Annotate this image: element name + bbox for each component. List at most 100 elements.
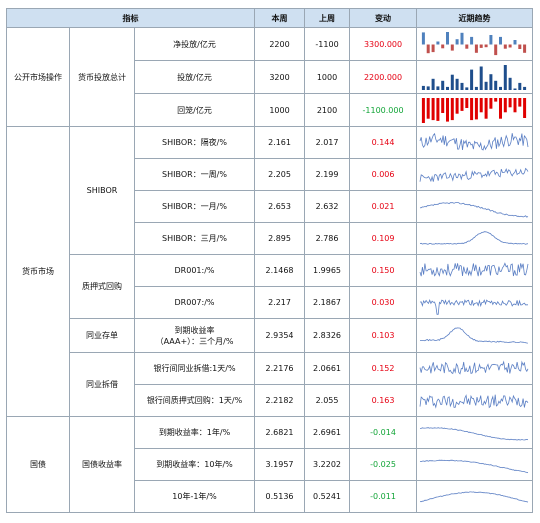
table-row: 公开市场操作 货币投放总计 净投放/亿元 2200 -1100 3300.000 [6, 27, 534, 127]
this-week-value: 2.205 [254, 158, 306, 191]
row-label-line1: 到期收益率 [174, 325, 215, 335]
this-week-value: 3.1957 [254, 448, 306, 481]
spark-bar [455, 78, 459, 90]
change-value: 2200.000 [349, 60, 418, 94]
row-label: 10年-1年/% [133, 480, 256, 513]
this-week-value: 2.653 [254, 190, 306, 223]
spark-bar [426, 44, 430, 53]
spark-bar [465, 44, 469, 49]
trend-cell [416, 190, 534, 223]
spark-bar [523, 86, 527, 90]
row-label: 银行间质押式回购：1天/% [133, 384, 256, 417]
spark-bar [431, 97, 435, 120]
spark-bar [513, 97, 517, 112]
group-bond-yield: 国债收益率 [69, 416, 135, 513]
group-ncd: 同业存单 [69, 318, 135, 353]
header-row: 指标 本周 上周 变动 近期趋势 [5, 8, 534, 28]
spark-bar [421, 85, 425, 90]
spark-bar [446, 31, 450, 44]
row-label: 银行间同业拆借:1天/% [133, 352, 256, 385]
line-sparkline [419, 298, 529, 315]
spark-bar [518, 97, 522, 107]
change-value: 0.006 [349, 158, 418, 191]
spark-bar [494, 80, 498, 90]
spark-bar [450, 44, 454, 51]
last-week-value: 0.5241 [304, 480, 351, 513]
this-week-value: 2.2182 [254, 384, 306, 417]
row-label: 回笼/亿元 [133, 93, 256, 127]
last-week-value: 1000 [304, 60, 351, 94]
spark-bar [450, 97, 454, 120]
spark-bar [460, 82, 464, 90]
line-sparkline [419, 393, 529, 409]
line-sparkline [419, 459, 529, 473]
group-repo: 质押式回购 [69, 254, 135, 319]
last-week-value: 2.6961 [304, 416, 351, 449]
spark-bar [441, 97, 445, 113]
group-interbank: 同业拆借 [69, 352, 135, 417]
change-value: 0.109 [349, 222, 418, 255]
last-week-value: -1100 [304, 27, 351, 61]
bar-sparkline [421, 64, 527, 90]
trend-cell [416, 254, 534, 287]
table-row: 质押式回购 DR001:/% 2.1468 1.9965 0.150 [7, 254, 534, 319]
line-sparkline [420, 426, 529, 441]
spark-line [420, 426, 529, 441]
this-week-value: 2200 [254, 27, 306, 61]
change-value: -0.025 [349, 448, 418, 481]
spark-bar [426, 97, 430, 119]
line-sparkline [419, 490, 529, 502]
spark-bar [513, 39, 517, 44]
spark-bar [503, 64, 507, 90]
line-sparkline [419, 132, 529, 151]
spark-bar [489, 97, 493, 109]
trend-cell [416, 93, 534, 127]
spark-bar [421, 31, 425, 44]
spark-bar [431, 78, 435, 90]
last-week-value: 2.199 [304, 158, 351, 191]
spark-bar [441, 80, 445, 90]
line-sparkline [419, 261, 529, 277]
header-trend: 近期趋势 [416, 8, 534, 28]
spark-bar [465, 86, 469, 90]
spark-bar [446, 97, 450, 122]
this-week-value: 3200 [254, 60, 306, 94]
spark-bar [503, 44, 507, 49]
last-week-value: 2.055 [304, 384, 351, 417]
last-week-value: 2.786 [304, 222, 351, 255]
spark-bar [499, 86, 503, 90]
spark-bar [499, 97, 503, 119]
spark-bar [441, 44, 445, 48]
table-row: 同业存单 到期收益率 （AAA+）：三个月/% 2.9354 2.8326 0.… [7, 318, 534, 353]
spark-bar [479, 97, 483, 112]
spark-line [419, 132, 529, 151]
group-bonds: 国债 [6, 416, 70, 513]
spark-bar [518, 44, 522, 49]
trend-cell [416, 318, 534, 353]
group-omo: 公开市场操作 [6, 27, 70, 127]
row-label: 到期收益率：10年/% [133, 448, 256, 481]
group-money-market: 货币市场 [6, 126, 70, 417]
trend-cell [416, 448, 534, 481]
spark-bar [518, 82, 522, 90]
trend-cell [416, 222, 534, 255]
trend-cell [416, 352, 534, 385]
last-week-value: 2.0661 [304, 352, 351, 385]
table-row: 货币市场 SHIBOR SHIBOR：隔夜/% 2.161 2.017 0.14… [6, 126, 534, 417]
this-week-value: 2.9354 [254, 318, 306, 353]
row-label: SHIBOR：三月/% [133, 222, 256, 255]
spark-line [419, 167, 529, 182]
trend-cell [416, 286, 534, 319]
header-change: 变动 [349, 8, 418, 28]
spark-bar [455, 97, 459, 114]
spark-line [419, 359, 529, 375]
spark-bar [494, 44, 498, 55]
spark-line [419, 261, 529, 277]
change-value: 0.150 [349, 254, 418, 287]
spark-bar [470, 97, 474, 120]
spark-line [420, 326, 529, 343]
spark-bar [484, 97, 488, 119]
change-value: 0.030 [349, 286, 418, 319]
row-label: 到期收益率：1年/% [133, 416, 256, 449]
spark-bar [484, 81, 488, 90]
